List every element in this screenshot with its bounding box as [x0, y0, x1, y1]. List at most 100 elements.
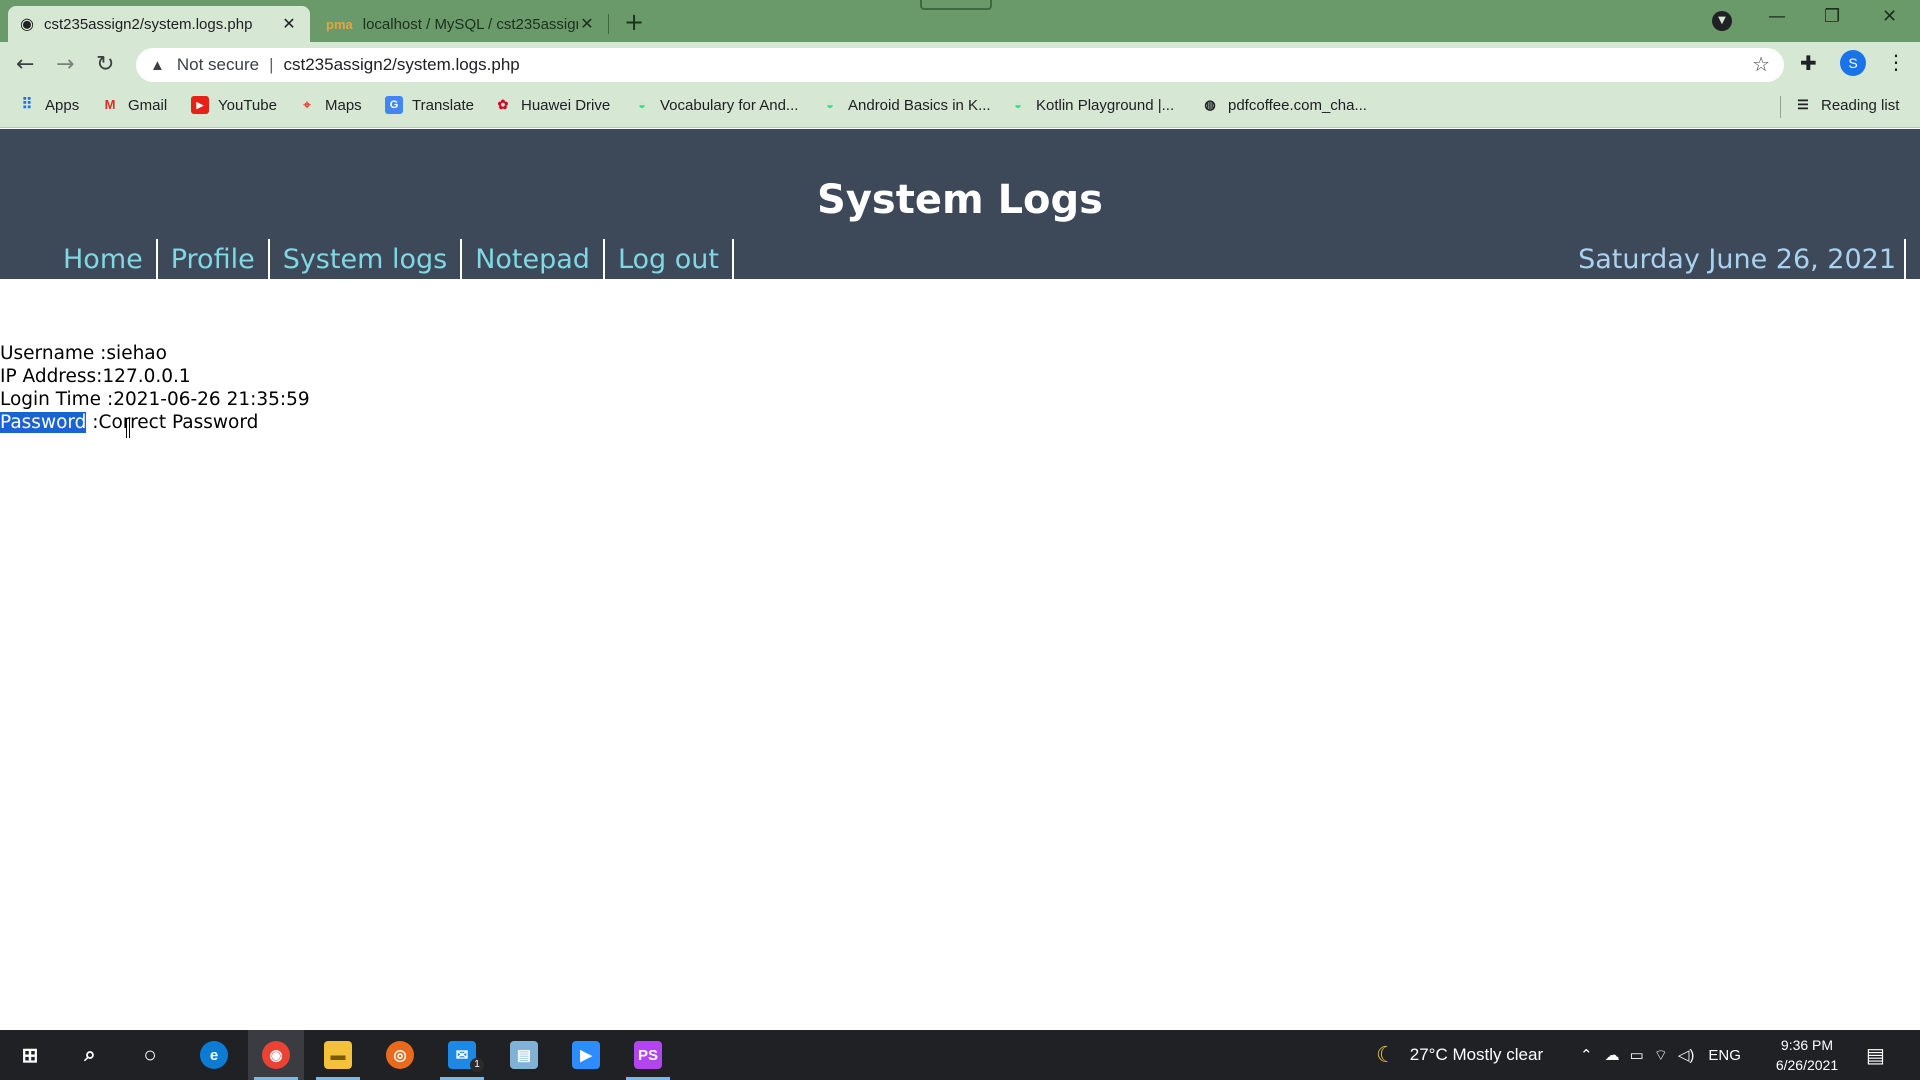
chrome-icon: ◉: [262, 1041, 290, 1069]
extensions-puzzle-icon[interactable]: ✚: [1800, 51, 1817, 75]
moon-icon: ☾: [1376, 1042, 1396, 1067]
taskbar-mail[interactable]: ✉ 1: [434, 1030, 490, 1080]
bookmark-gmail[interactable]: M Gmail: [101, 96, 168, 114]
volume-icon[interactable]: ◁): [1678, 1046, 1695, 1064]
youtube-icon: ▶: [191, 96, 209, 114]
show-hidden-icons-chevron-icon[interactable]: ⌃: [1580, 1046, 1593, 1064]
clock-date: 6/26/2021: [1775, 1057, 1839, 1073]
bookmark-maps[interactable]: ⌖ Maps: [298, 96, 362, 114]
tab-separator: [608, 14, 609, 34]
log-password-row: Password :Correct Password: [0, 411, 310, 434]
bookmark-android-basics[interactable]: ◒ Android Basics in K...: [821, 96, 991, 114]
cortana-button[interactable]: ○: [122, 1030, 178, 1080]
taskbar-phpstorm[interactable]: PS: [620, 1030, 676, 1080]
taskbar-clock[interactable]: 9:36 PM 6/26/2021: [1762, 1035, 1852, 1075]
zoom-video-icon: ▶: [572, 1041, 600, 1069]
bookmark-vocabulary[interactable]: ◒ Vocabulary for And...: [633, 96, 798, 114]
password-value: Correct Password: [98, 412, 259, 433]
ip-value: 127.0.0.1: [102, 366, 191, 387]
search-icon: ⌕: [84, 1043, 96, 1066]
bookmark-label: Vocabulary for And...: [660, 96, 799, 114]
tab-search-icon[interactable]: ▼: [1712, 11, 1732, 31]
warning-triangle-icon[interactable]: ▲: [150, 57, 165, 74]
android-icon: ◒: [1014, 97, 1022, 112]
bookmark-label: Huawei Drive: [521, 96, 611, 114]
reading-list-button[interactable]: ☰ Reading list: [1794, 96, 1899, 114]
back-arrow-icon[interactable]: ←: [16, 52, 34, 77]
language-indicator[interactable]: ENG: [1708, 1047, 1741, 1064]
bookmark-label: Apps: [45, 96, 80, 114]
log-login-time-row: Login Time :2021-06-26 21:35:59: [0, 388, 310, 411]
close-tab-icon[interactable]: ✕: [280, 14, 298, 34]
maps-icon: ⌖: [303, 97, 311, 112]
minimize-button[interactable]: —: [1768, 6, 1786, 27]
bookmarks-bar: ⠿ Apps M Gmail ▶ YouTube ⌖ Maps G Transl…: [0, 88, 1920, 128]
security-status[interactable]: Not secure: [177, 55, 259, 75]
tab-title: cst235assign2/system.logs.php: [43, 15, 253, 33]
taskbar-chrome[interactable]: ◉: [248, 1030, 304, 1080]
nav-system-logs[interactable]: System logs: [270, 239, 463, 279]
gmail-icon: M: [104, 97, 116, 112]
mail-badge: 1: [470, 1058, 484, 1072]
bookmark-pdfcoffee[interactable]: ◍ pdfcoffee.com_cha...: [1201, 96, 1367, 114]
bookmark-huawei-drive[interactable]: ✿ Huawei Drive: [494, 96, 611, 114]
weather-text: 27°C Mostly clear: [1409, 1045, 1544, 1064]
edge-icon: e: [200, 1041, 228, 1069]
bookmark-label: pdfcoffee.com_cha...: [1228, 96, 1367, 114]
close-window-button[interactable]: ✕: [1882, 6, 1897, 27]
site-header: System Logs Home Profile System logs Not…: [0, 129, 1920, 279]
restore-button[interactable]: ❐: [1824, 6, 1840, 27]
bookmark-label: Kotlin Playground |...: [1036, 96, 1175, 114]
current-date: Saturday June 26, 2021: [1578, 239, 1906, 279]
bookmark-translate[interactable]: G Translate: [385, 96, 474, 114]
taskbar-file-explorer[interactable]: ▬: [310, 1030, 366, 1080]
search-button[interactable]: ⌕: [62, 1030, 118, 1080]
notification-center-icon: ▤: [1866, 1044, 1885, 1067]
apps-grid-icon: ⠿: [21, 96, 33, 113]
bookmark-kotlin-playground[interactable]: ◒ Kotlin Playground |...: [1009, 96, 1174, 114]
url-text[interactable]: cst235assign2/system.logs.php: [283, 55, 519, 75]
battery-icon[interactable]: ▭: [1630, 1046, 1644, 1064]
taskbar-edge[interactable]: e: [186, 1030, 242, 1080]
forward-arrow-icon[interactable]: →: [56, 52, 74, 77]
tab-system-logs[interactable]: ◉ cst235assign2/system.logs.php ✕: [8, 6, 310, 42]
bookmark-youtube[interactable]: ▶ YouTube: [191, 96, 277, 114]
nav-profile[interactable]: Profile: [158, 239, 270, 279]
bookmark-star-icon[interactable]: ☆: [1752, 52, 1770, 77]
profile-avatar[interactable]: S: [1840, 50, 1866, 76]
taskbar-notepad-app[interactable]: ▤: [496, 1030, 552, 1080]
nav-home[interactable]: Home: [50, 239, 158, 279]
onedrive-cloud-icon[interactable]: ☁: [1605, 1046, 1620, 1064]
nav-log-out[interactable]: Log out: [605, 239, 734, 279]
log-ip-row: IP Address:127.0.0.1: [0, 365, 310, 388]
weather-widget[interactable]: ☾ 27°C Mostly clear: [1376, 1030, 1543, 1080]
browser-tab-strip: ◉ cst235assign2/system.logs.php ✕ pma lo…: [0, 0, 1920, 42]
cortana-circle-icon: ○: [143, 1042, 157, 1067]
menu-kebab-icon[interactable]: ⋮: [1886, 50, 1906, 74]
bookmark-label: Translate: [412, 96, 474, 114]
taskbar-media-player[interactable]: ◎: [372, 1030, 428, 1080]
address-bar[interactable]: ▲ Not secure | cst235assign2/system.logs…: [136, 48, 1784, 82]
tab-phpmyadmin[interactable]: pma localhost / MySQL / cst235assign ✕: [314, 6, 608, 42]
huawei-icon: ✿: [497, 97, 509, 112]
bookmark-label: Maps: [325, 96, 362, 114]
login-time-label: Login Time :: [0, 389, 114, 410]
password-separator: :: [86, 412, 99, 433]
start-button[interactable]: ⊞: [2, 1030, 58, 1080]
android-icon: ◒: [638, 97, 646, 112]
system-tray: ⌃ ☁ ▭ ⌔ ◁) ENG: [1580, 1030, 1741, 1080]
taskbar-zoom[interactable]: ▶: [558, 1030, 614, 1080]
reload-icon[interactable]: ↻: [96, 52, 114, 77]
new-tab-button[interactable]: +: [624, 8, 644, 36]
window-drag-handle[interactable]: [920, 0, 992, 10]
notifications-button[interactable]: ▤: [1866, 1030, 1885, 1080]
bookmarks-divider: [1780, 96, 1781, 118]
wifi-icon[interactable]: ⌔: [1654, 1046, 1668, 1065]
tab-title: localhost / MySQL / cst235assign: [362, 15, 578, 33]
bookmark-apps[interactable]: ⠿ Apps: [18, 96, 80, 114]
notepad-app-icon: ▤: [510, 1041, 538, 1069]
nav-notepad[interactable]: Notepad: [462, 239, 605, 279]
site-nav: Home Profile System logs Notepad Log out: [50, 239, 734, 279]
folder-icon: ▬: [324, 1041, 352, 1069]
close-tab-icon[interactable]: ✕: [578, 14, 596, 34]
